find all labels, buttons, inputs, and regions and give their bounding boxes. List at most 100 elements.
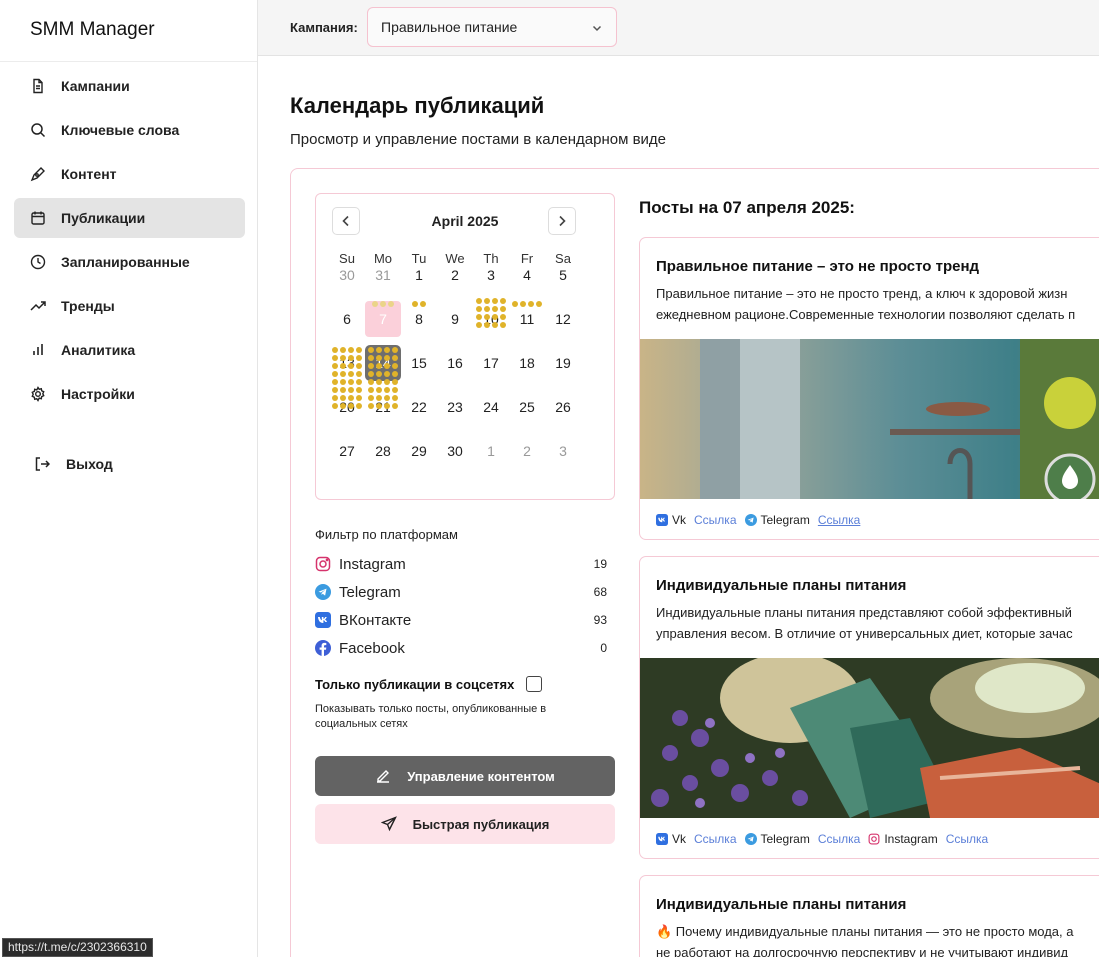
calendar-day[interactable]: 16 — [437, 345, 473, 381]
sidebar-item-content[interactable]: Контент — [14, 154, 245, 194]
post-card[interactable]: Индивидуальные планы питания Индивидуаль… — [639, 556, 1099, 859]
post-indicator-dot — [384, 403, 390, 409]
sidebar-item-label: Запланированные — [61, 254, 190, 270]
calendar-day[interactable]: 1 — [473, 433, 509, 469]
post-indicator-dot — [484, 314, 490, 320]
post-indicator-dot — [348, 379, 354, 385]
platform-filter-facebook[interactable]: Facebook 0 — [315, 637, 607, 659]
post-indicator-dot — [348, 347, 354, 353]
manage-content-button[interactable]: Управление контентом — [315, 756, 615, 796]
calendar-day[interactable]: 15 — [401, 345, 437, 381]
post-links: Vk Ссылка Telegram Ссылка — [656, 513, 868, 527]
next-month-button[interactable] — [548, 207, 576, 235]
post-link[interactable]: Ссылка — [818, 832, 860, 846]
post-indicator-dot — [392, 371, 398, 377]
post-title: Индивидуальные планы питания — [656, 577, 907, 594]
quick-publish-button[interactable]: Быстрая публикация — [315, 804, 615, 844]
calendar-day[interactable]: 29 — [401, 433, 437, 469]
page-subtitle: Просмотр и управление постами в календар… — [290, 131, 667, 148]
platform-name: Telegram — [760, 832, 810, 846]
calendar-day[interactable]: 6 — [329, 301, 365, 337]
calendar-day[interactable]: 3 — [545, 433, 581, 469]
post-indicator-dot — [500, 314, 506, 320]
post-indicator-dot — [536, 301, 542, 307]
calendar-day[interactable]: 30 — [329, 257, 365, 293]
vk-icon — [656, 514, 668, 526]
calendar-day[interactable]: 4 — [509, 257, 545, 293]
post-indicator-dot — [348, 363, 354, 369]
post-indicator-dot — [332, 371, 338, 377]
calendar-icon — [31, 211, 45, 225]
send-icon — [380, 816, 397, 832]
sidebar-item-trends[interactable]: Тренды — [14, 286, 245, 326]
post-indicator-dot — [388, 301, 394, 307]
platform-name: Telegram — [760, 513, 810, 527]
post-link[interactable]: Ссылка — [694, 513, 736, 527]
post-indicator-dot — [356, 355, 362, 361]
post-link[interactable]: Ссылка — [946, 832, 988, 846]
calendar-day[interactable]: 12 — [545, 301, 581, 337]
platform-filter-telegram[interactable]: Telegram 68 — [315, 581, 607, 603]
post-indicator-dot — [392, 387, 398, 393]
calendar-day[interactable]: 31 — [365, 257, 401, 293]
post-indicator-dot — [368, 347, 374, 353]
sidebar-item-campaigns[interactable]: Кампании — [14, 66, 245, 106]
sidebar-item-keywords[interactable]: Ключевые слова — [14, 110, 245, 150]
campaign-select[interactable]: Правильное питание — [367, 7, 617, 47]
calendar-day[interactable]: 28 — [365, 433, 401, 469]
post-indicator-dot — [376, 363, 382, 369]
platform-filter-vk[interactable]: ВКонтакте 93 — [315, 609, 607, 631]
sidebar-item-publications[interactable]: Публикации — [14, 198, 245, 238]
platform-filter-instagram[interactable]: Instagram 19 — [315, 553, 607, 575]
calendar-day[interactable]: 25 — [509, 389, 545, 425]
post-indicator-dot — [348, 387, 354, 393]
sidebar-item-label: Аналитика — [61, 342, 136, 358]
telegram-icon — [315, 584, 331, 600]
post-indicator-dot — [340, 395, 346, 401]
only-published-checkbox[interactable] — [526, 676, 542, 692]
logout-button[interactable]: Выход — [34, 456, 113, 472]
calendar-day[interactable]: 5 — [545, 257, 581, 293]
post-card[interactable]: Индивидуальные планы питания 🔥 Почему ин… — [639, 875, 1099, 957]
post-indicator-dot — [368, 355, 374, 361]
post-card[interactable]: Правильное питание – это не просто тренд… — [639, 237, 1099, 540]
post-link[interactable]: Ссылка — [818, 513, 860, 527]
post-indicator-dot — [356, 403, 362, 409]
sidebar-item-scheduled[interactable]: Запланированные — [14, 242, 245, 282]
calendar-day[interactable]: 23 — [437, 389, 473, 425]
post-indicator-dot — [356, 347, 362, 353]
calendar-day[interactable]: 19 — [545, 345, 581, 381]
post-excerpt-line: Правильное питание – это не просто тренд… — [656, 286, 1068, 301]
sidebar-item-label: Кампании — [61, 78, 130, 94]
only-published-description: Показывать только посты, опубликованные … — [315, 703, 547, 730]
calendar-day[interactable]: 2 — [437, 257, 473, 293]
calendar-day[interactable]: 1 — [401, 257, 437, 293]
calendar-day[interactable]: 24 — [473, 389, 509, 425]
post-indicator-dot — [392, 363, 398, 369]
calendar-day[interactable]: 26 — [545, 389, 581, 425]
post-excerpt-line: ежедневном рационе.Современные технологи… — [656, 307, 1076, 322]
calendar-day[interactable]: 22 — [401, 389, 437, 425]
pen-icon — [30, 167, 45, 182]
calendar-day[interactable]: 27 — [329, 433, 365, 469]
sidebar-item-analytics[interactable]: Аналитика — [14, 330, 245, 370]
post-indicator-dot — [476, 298, 482, 304]
calendar-day[interactable]: 30 — [437, 433, 473, 469]
only-published-label: Только публикации в соцсетях — [315, 677, 515, 692]
calendar-day[interactable]: 17 — [473, 345, 509, 381]
sidebar-item-settings[interactable]: Настройки — [14, 374, 245, 414]
calendar-day[interactable]: 2 — [509, 433, 545, 469]
platform-name: Vk — [672, 832, 687, 846]
calendar-day[interactable]: 9 — [437, 301, 473, 337]
platform-name: Telegram — [339, 583, 401, 601]
post-indicator-dot — [528, 301, 534, 307]
calendar-day[interactable]: 3 — [473, 257, 509, 293]
calendar-day[interactable]: 18 — [509, 345, 545, 381]
post-link[interactable]: Ссылка — [694, 832, 736, 846]
calendar-day[interactable]: 8 — [401, 301, 437, 337]
post-excerpt-line: не работают на долгосрочную перспективу … — [656, 945, 1069, 957]
sidebar-item-label: Публикации — [61, 210, 146, 226]
post-indicator-dot — [368, 363, 374, 369]
status-bar-url: https://t.me/c/2302366310 — [2, 938, 153, 957]
gear-icon — [31, 386, 45, 402]
